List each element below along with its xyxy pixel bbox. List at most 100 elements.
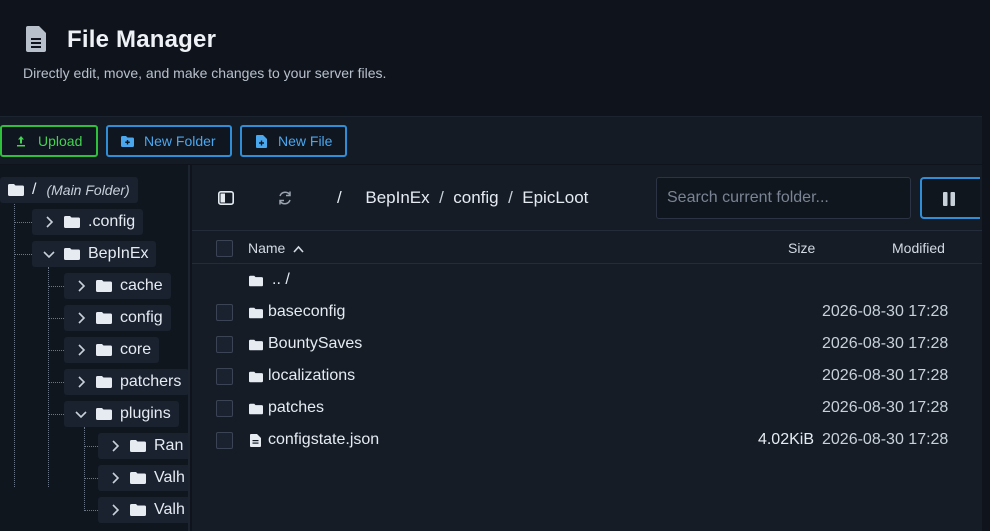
folder-icon bbox=[96, 376, 112, 388]
folder-icon bbox=[96, 344, 112, 356]
table-row[interactable]: localizations 2026-08-30 17:28 bbox=[192, 361, 982, 393]
row-checkbox[interactable] bbox=[216, 400, 233, 417]
folder-icon bbox=[130, 440, 146, 452]
tree-item-plugin[interactable]: Valh bbox=[98, 465, 188, 491]
table-row[interactable]: BountySaves 2026-08-30 17:28 bbox=[192, 329, 982, 361]
chevron-right-icon[interactable] bbox=[74, 343, 88, 357]
page-title: File Manager bbox=[67, 26, 217, 53]
tree-item-patchers[interactable]: patchers bbox=[64, 369, 188, 395]
tree-item-label: Valh bbox=[154, 469, 185, 486]
tree-item-label: plugins bbox=[120, 405, 171, 422]
tree-root-label: / bbox=[32, 181, 37, 198]
folder-icon bbox=[249, 307, 263, 319]
tree-item-label: patchers bbox=[120, 373, 182, 390]
parent-directory-row[interactable]: .. / bbox=[192, 265, 982, 297]
row-checkbox[interactable] bbox=[216, 336, 233, 353]
table-row[interactable]: configstate.json 4.02KiB 2026-08-30 17:2… bbox=[192, 425, 982, 457]
row-size: 4.02KiB bbox=[757, 431, 814, 448]
chevron-down-icon[interactable] bbox=[42, 247, 56, 261]
toggle-sidebar-icon[interactable] bbox=[218, 191, 234, 205]
chevron-down-icon[interactable] bbox=[74, 407, 88, 421]
tree-item-label: BepInEx bbox=[88, 245, 149, 262]
column-modified-header[interactable]: Modified bbox=[892, 240, 945, 256]
tree-connector bbox=[84, 446, 98, 447]
action-toolbar: Upload New Folder New File bbox=[0, 116, 982, 164]
table-row[interactable]: baseconfig 2026-08-30 17:28 bbox=[192, 297, 982, 329]
tree-item-core[interactable]: core bbox=[64, 337, 160, 363]
upload-icon bbox=[14, 134, 28, 148]
row-checkbox[interactable] bbox=[216, 432, 233, 449]
tree-item-label: Valh bbox=[154, 501, 185, 518]
tree-connector bbox=[48, 350, 64, 351]
tree-item-bepinex[interactable]: BepInEx bbox=[32, 241, 157, 267]
file-manager-page: File Manager Directly edit, move, and ma… bbox=[0, 0, 990, 531]
tree-item-config-dir[interactable]: .config bbox=[32, 209, 144, 235]
tree-item-plugin[interactable]: Ran bbox=[98, 433, 188, 459]
chevron-right-icon[interactable] bbox=[74, 311, 88, 325]
browser-toolbar: / BepInEx / config / EpicLoot bbox=[192, 165, 982, 231]
new-folder-button[interactable]: New Folder bbox=[106, 125, 232, 157]
tree-item-label: .config bbox=[88, 213, 136, 230]
tree-root[interactable]: / (Main Folder) bbox=[0, 177, 138, 203]
document-icon bbox=[26, 26, 46, 52]
page-subtitle: Directly edit, move, and make changes to… bbox=[23, 65, 387, 81]
search-input[interactable] bbox=[656, 177, 911, 219]
tree-item-plugin[interactable]: Valh bbox=[98, 497, 188, 523]
tree-item-plugins[interactable]: plugins bbox=[64, 401, 179, 427]
table-row[interactable]: patches 2026-08-30 17:28 bbox=[192, 393, 982, 425]
column-name-header[interactable]: Name bbox=[248, 240, 304, 256]
chevron-right-icon[interactable] bbox=[108, 471, 122, 485]
row-modified: 2026-08-30 17:28 bbox=[822, 431, 949, 448]
tree-item-config[interactable]: config bbox=[64, 305, 171, 331]
folder-icon bbox=[249, 275, 263, 287]
tree-item-label: core bbox=[120, 341, 152, 358]
tree-connector bbox=[84, 510, 98, 511]
column-size-header[interactable]: Size bbox=[788, 240, 815, 256]
parent-directory-label: .. / bbox=[272, 271, 290, 288]
refresh-icon[interactable] bbox=[277, 190, 293, 206]
breadcrumb-item[interactable]: BepInEx bbox=[365, 188, 429, 208]
pause-button[interactable] bbox=[920, 177, 980, 219]
folder-icon bbox=[130, 504, 146, 516]
row-modified: 2026-08-30 17:28 bbox=[822, 335, 949, 352]
row-checkbox[interactable] bbox=[216, 304, 233, 321]
tree-root-sublabel: (Main Folder) bbox=[46, 182, 130, 198]
folder-icon bbox=[96, 280, 112, 292]
tree-connector bbox=[48, 318, 64, 319]
file-browser-panel: / BepInEx / config / EpicLoot Name bbox=[192, 165, 982, 531]
sort-asc-icon bbox=[293, 245, 304, 253]
folder-icon bbox=[64, 248, 80, 260]
table-header: Name Size Modified bbox=[192, 232, 982, 264]
breadcrumb-item[interactable]: config bbox=[453, 188, 498, 208]
folder-tree: / (Main Folder) .config BepInEx cache co… bbox=[0, 165, 190, 531]
upload-button[interactable]: Upload bbox=[0, 125, 98, 157]
tree-item-label: cache bbox=[120, 277, 163, 294]
page-header: File Manager Directly edit, move, and ma… bbox=[0, 0, 990, 116]
chevron-right-icon[interactable] bbox=[108, 503, 122, 517]
breadcrumb: / BepInEx / config / EpicLoot bbox=[337, 188, 589, 208]
new-folder-label: New Folder bbox=[144, 133, 216, 149]
folder-icon bbox=[64, 216, 80, 228]
chevron-right-icon[interactable] bbox=[74, 375, 88, 389]
chevron-right-icon[interactable] bbox=[42, 215, 56, 229]
new-file-label: New File bbox=[278, 133, 333, 149]
chevron-right-icon[interactable] bbox=[108, 439, 122, 453]
row-checkbox[interactable] bbox=[216, 368, 233, 385]
file-plus-icon bbox=[254, 134, 268, 148]
tree-item-label: Ran bbox=[154, 437, 184, 454]
new-file-button[interactable]: New File bbox=[240, 125, 347, 157]
folder-icon bbox=[130, 472, 146, 484]
folder-plus-icon bbox=[120, 134, 134, 148]
tree-connector bbox=[48, 382, 64, 383]
chevron-right-icon[interactable] bbox=[74, 279, 88, 293]
row-name: baseconfig bbox=[268, 303, 346, 320]
row-name: BountySaves bbox=[268, 335, 363, 352]
file-icon bbox=[250, 434, 261, 447]
tree-connector bbox=[14, 222, 32, 223]
tree-item-cache[interactable]: cache bbox=[64, 273, 171, 299]
upload-label: Upload bbox=[38, 133, 83, 149]
folder-icon bbox=[249, 339, 263, 351]
select-all-checkbox[interactable] bbox=[216, 240, 233, 257]
row-name: configstate.json bbox=[268, 431, 380, 448]
tree-connector bbox=[14, 254, 32, 255]
